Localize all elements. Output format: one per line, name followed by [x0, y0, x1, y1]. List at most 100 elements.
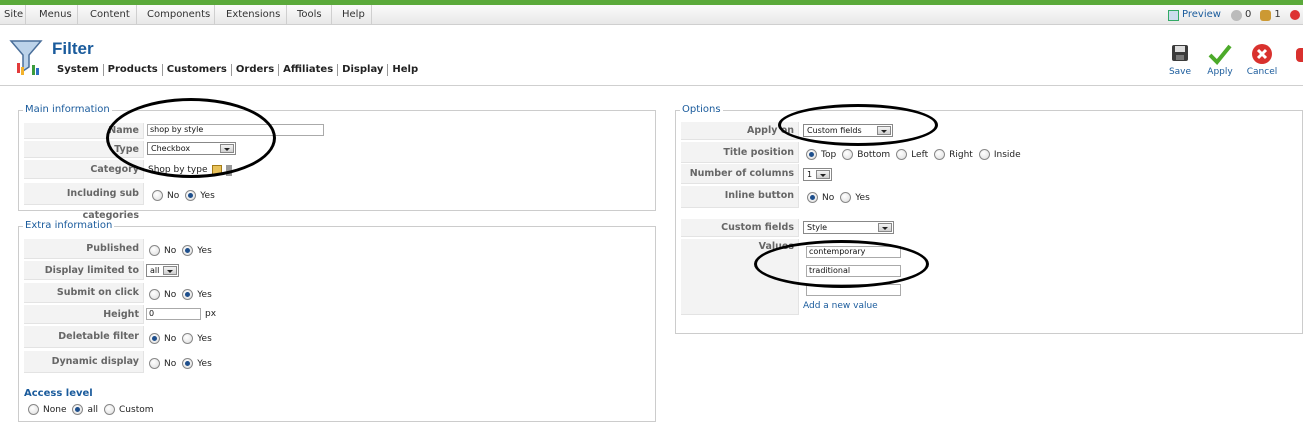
- inline-yes-label: Yes: [855, 192, 870, 203]
- annotation-ellipse: [778, 104, 938, 146]
- sub-categories-yes-radio[interactable]: [185, 190, 197, 201]
- apply-button[interactable]: Apply: [1200, 43, 1240, 77]
- submit-yes-radio[interactable]: [182, 289, 194, 300]
- deletable-no-radio[interactable]: [149, 333, 160, 344]
- inline-no-label: No: [822, 192, 835, 203]
- menu-menus[interactable]: Menus: [26, 5, 78, 25]
- add-new-value-link[interactable]: Add a new value: [803, 301, 878, 311]
- published-no-label: No: [164, 245, 177, 256]
- menu-content[interactable]: Content: [78, 5, 137, 25]
- status-area: Preview 0 1: [1168, 5, 1300, 25]
- custom-fields-value: Style: [807, 223, 828, 232]
- sub-categories-no-label: No: [167, 190, 180, 201]
- access-all-radio[interactable]: [72, 404, 84, 415]
- submenu-display[interactable]: Display: [338, 64, 389, 76]
- access-level-heading: Access level: [24, 388, 93, 399]
- dynamic-no-label: No: [164, 358, 177, 369]
- messages-icon[interactable]: [1230, 9, 1242, 21]
- title-position-label: Title position: [681, 142, 799, 163]
- access-all-label: all: [87, 404, 99, 415]
- dynamic-no-radio[interactable]: [149, 358, 160, 369]
- height-input[interactable]: 0: [146, 308, 201, 320]
- users-count: 1: [1274, 9, 1281, 20]
- main-information-legend: Main information: [23, 104, 112, 115]
- position-left-radio[interactable]: [896, 149, 908, 160]
- position-top-radio[interactable]: [806, 149, 817, 160]
- apply-label: Apply: [1207, 67, 1233, 77]
- position-bottom-radio[interactable]: [842, 149, 854, 160]
- menu-components[interactable]: Components: [137, 5, 215, 25]
- deletable-yes-radio[interactable]: [182, 333, 194, 344]
- height-label: Height: [24, 305, 144, 324]
- published-no-radio[interactable]: [149, 245, 160, 256]
- page-title: Filter: [52, 39, 94, 58]
- access-none-radio[interactable]: [28, 404, 39, 415]
- submit-yes-label: Yes: [197, 289, 212, 300]
- save-button[interactable]: Save: [1160, 43, 1200, 77]
- position-left-label: Left: [911, 149, 929, 160]
- position-bottom-label: Bottom: [857, 149, 891, 160]
- submenu-orders[interactable]: Orders: [232, 64, 280, 76]
- published-yes-radio[interactable]: [182, 245, 194, 256]
- submit-no-label: No: [164, 289, 177, 300]
- submenu-system[interactable]: System: [57, 64, 104, 76]
- extra-toolbar-icon[interactable]: [1296, 48, 1303, 62]
- save-icon: [1172, 45, 1188, 61]
- menu-help[interactable]: Help: [332, 5, 372, 25]
- preview-link[interactable]: Preview: [1182, 6, 1221, 24]
- submenu-affiliates[interactable]: Affiliates: [279, 64, 339, 76]
- deletable-yes-label: Yes: [197, 333, 212, 344]
- dynamic-display-options: No Yes: [149, 357, 218, 370]
- menu-extensions[interactable]: Extensions: [215, 5, 287, 25]
- cancel-button[interactable]: Cancel: [1242, 43, 1282, 77]
- main-menubar: Site Menus Content Components Extensions…: [0, 5, 1303, 25]
- submit-no-radio[interactable]: [149, 289, 160, 300]
- submit-on-click-options: No Yes: [149, 288, 218, 301]
- chevron-down-icon: [163, 266, 177, 275]
- position-right-radio[interactable]: [934, 149, 946, 160]
- display-limited-value: all: [150, 266, 160, 275]
- cancel-label: Cancel: [1246, 67, 1278, 77]
- height-unit: px: [205, 309, 217, 319]
- checkmark-icon: [1208, 44, 1232, 65]
- dynamic-yes-label: Yes: [197, 358, 212, 369]
- submenu-help[interactable]: Help: [388, 64, 422, 76]
- save-label: Save: [1168, 67, 1192, 77]
- including-sub-categories-label: Including sub categories: [24, 183, 144, 221]
- messages-count: 0: [1244, 9, 1252, 20]
- chevron-down-icon: [878, 223, 892, 232]
- position-inside-radio[interactable]: [978, 149, 990, 160]
- dynamic-yes-radio[interactable]: [182, 358, 194, 369]
- submenu-products[interactable]: Products: [104, 64, 163, 76]
- logout-icon[interactable]: [1289, 10, 1300, 20]
- inline-no-radio[interactable]: [807, 192, 818, 203]
- chevron-down-icon: [816, 170, 830, 179]
- extra-information-legend: Extra information: [23, 220, 115, 231]
- preview-icon[interactable]: [1168, 9, 1179, 21]
- access-level-options: None all Custom: [28, 403, 160, 416]
- menu-site[interactable]: Site: [0, 5, 26, 25]
- toolbar-box: [0, 33, 1303, 86]
- deletable-no-label: No: [164, 333, 177, 344]
- inline-yes-radio[interactable]: [840, 192, 852, 203]
- number-of-columns-label: Number of columns: [681, 164, 799, 184]
- filter-icon: [9, 40, 43, 75]
- display-limited-label: Display limited to: [24, 261, 144, 280]
- dynamic-display-label: Dynamic display: [24, 351, 144, 373]
- position-right-label: Right: [949, 149, 973, 160]
- submenu-customers[interactable]: Customers: [163, 64, 232, 76]
- position-top-label: Top: [821, 149, 837, 160]
- submenu: System Products Customers Orders Affilia…: [57, 64, 422, 76]
- access-custom-radio[interactable]: [104, 404, 116, 415]
- display-limited-select[interactable]: all: [146, 264, 179, 277]
- sub-categories-options: No Yes: [152, 189, 221, 202]
- sub-categories-no-radio[interactable]: [152, 190, 163, 201]
- menu-tools[interactable]: Tools: [287, 5, 332, 25]
- number-of-columns-select[interactable]: 1: [803, 168, 832, 181]
- deletable-filter-options: No Yes: [149, 332, 218, 345]
- sub-categories-yes-label: Yes: [200, 190, 215, 201]
- custom-fields-label: Custom fields: [681, 219, 799, 237]
- users-icon[interactable]: [1260, 9, 1272, 21]
- custom-fields-select[interactable]: Style: [803, 221, 894, 234]
- inline-button-options: No Yes: [807, 191, 876, 204]
